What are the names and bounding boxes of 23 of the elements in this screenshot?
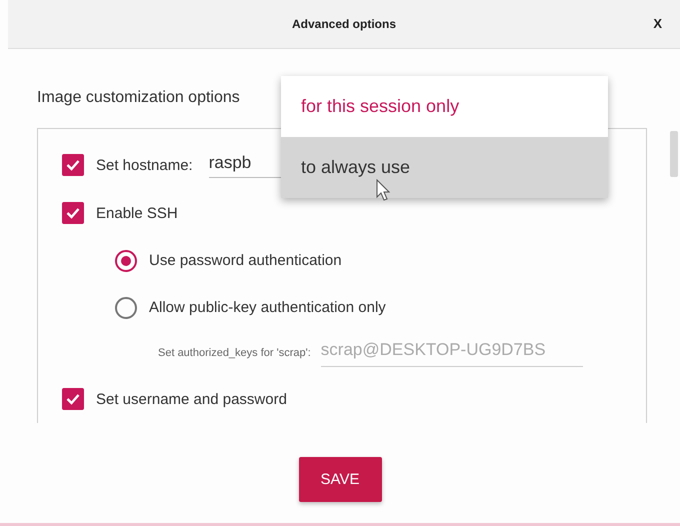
checkbox[interactable] (62, 388, 84, 410)
radio-button[interactable] (115, 250, 137, 272)
option-label: Set username and password (96, 390, 287, 408)
window-title: Advanced options (292, 17, 396, 31)
check-icon (66, 159, 80, 171)
scrollbar[interactable] (670, 131, 678, 177)
menu-item[interactable]: to always use (281, 137, 608, 198)
close-button[interactable]: X (649, 14, 666, 33)
radio-button[interactable] (115, 296, 137, 318)
section-title: Image customization options (37, 89, 240, 107)
menu-item[interactable]: for this session only (281, 76, 608, 137)
save-button[interactable]: SAVE (298, 457, 382, 502)
option-label: Set hostname: (96, 156, 193, 174)
field-label: Set authorized_keys for 'scrap': (158, 347, 311, 359)
option-label: Enable SSH (96, 204, 178, 222)
keys-field[interactable]: scrap@DESKTOP-UG9D7BS (320, 340, 583, 366)
checkbox[interactable] (62, 154, 84, 176)
check-icon (66, 207, 80, 219)
checkbox[interactable] (62, 202, 84, 224)
check-icon (66, 393, 80, 405)
option-label: Allow public-key authentication only (149, 299, 386, 316)
option-label: Use password authentication (149, 252, 342, 269)
cursor-icon (376, 179, 390, 201)
